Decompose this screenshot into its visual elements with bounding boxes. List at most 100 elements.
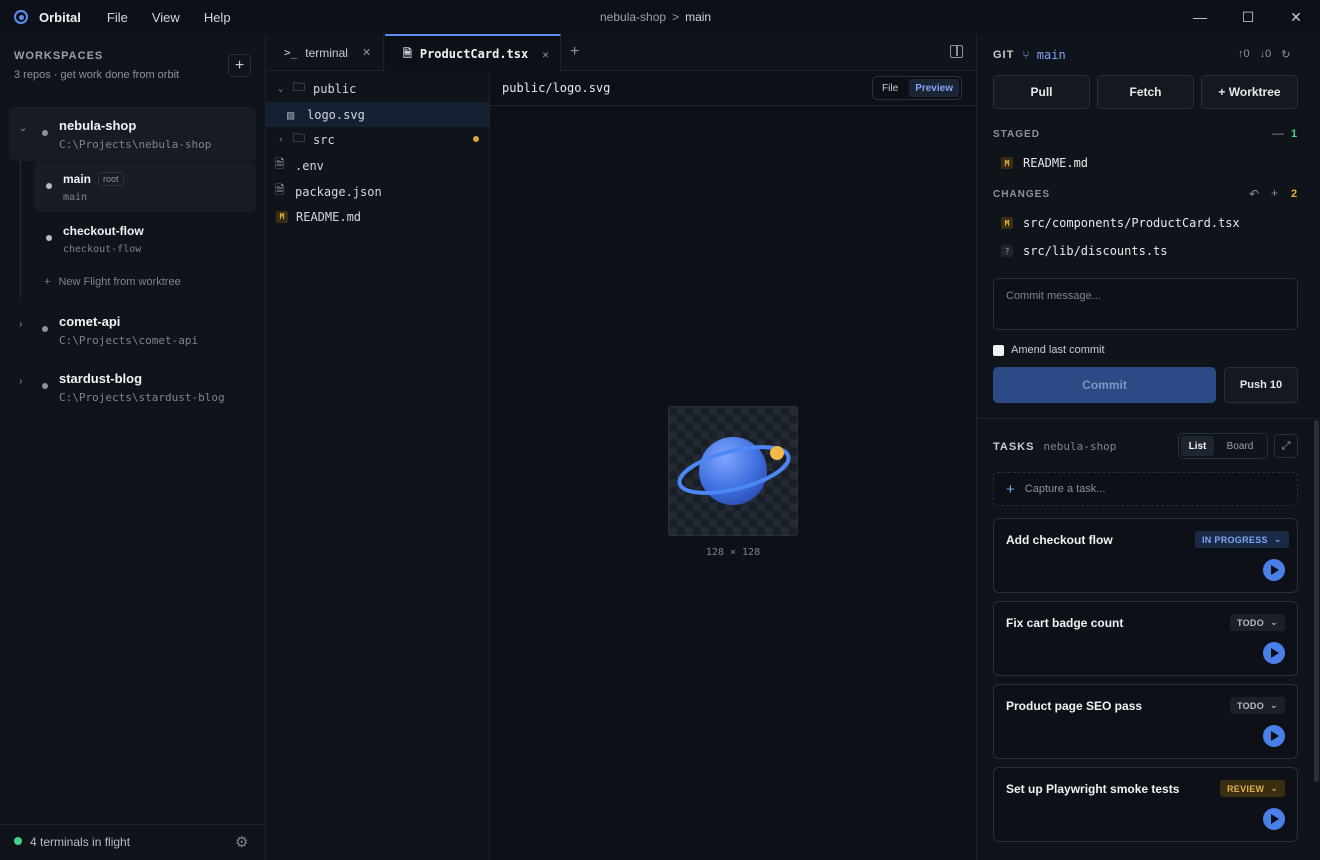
task-card[interactable]: Product page SEO pass TODO ⌄: [993, 684, 1298, 759]
tree-item-label: src: [313, 132, 335, 147]
repo-nebula-shop[interactable]: ⌄ nebula-shop C:\Projects\nebula-shop: [9, 107, 256, 161]
task-status-dropdown[interactable]: TODO ⌄: [1230, 614, 1285, 631]
close-icon[interactable]: ✕: [1272, 0, 1320, 34]
terminals-status: 4 terminals in flight: [30, 835, 131, 849]
orbital-logo-icon: [14, 10, 28, 24]
tree-file-env[interactable]: 🗎 .env: [266, 153, 489, 178]
preview-file-path: public/logo.svg: [502, 81, 611, 95]
push-button[interactable]: Push 10: [1224, 367, 1298, 403]
file-tree: ⌄ 🗀 public ▨ logo.svg › 🗀 src 🗎 .env 🗎 p…: [266, 71, 490, 860]
push-arrows-icon[interactable]: ↑0: [1238, 48, 1250, 61]
gear-icon[interactable]: ⚙: [235, 833, 248, 851]
pull-arrows-icon[interactable]: ↓0: [1260, 48, 1272, 61]
repo-stardust-blog[interactable]: › stardust-blog C:\Projects\stardust-blo…: [9, 360, 256, 414]
workspaces-subtitle: 3 repos · get work done from orbit: [14, 69, 180, 81]
unstage-all-icon[interactable]: —: [1272, 126, 1284, 140]
terminal-icon: >_: [284, 46, 298, 59]
fetch-button[interactable]: Fetch: [1097, 75, 1194, 109]
staged-file[interactable]: M README.md: [1001, 156, 1088, 170]
task-status-dropdown[interactable]: IN PROGRESS ⌄: [1195, 531, 1289, 548]
capture-task-input[interactable]: + Capture a task...: [993, 472, 1298, 506]
plus-icon: +: [44, 276, 51, 288]
menu-help[interactable]: Help: [204, 10, 231, 25]
workspaces-sidebar: WORKSPACES 3 repos · get work done from …: [0, 34, 266, 860]
chevron-down-icon: ⌄: [1270, 700, 1278, 710]
amend-option[interactable]: Amend last commit: [993, 344, 1105, 356]
editor-tab-bar: >_ terminal ✕ 🗎 ProductCard.tsx ✕ +: [266, 34, 976, 72]
git-branch[interactable]: ⑂ main: [1022, 48, 1065, 62]
close-tab-icon[interactable]: ✕: [542, 48, 549, 61]
tasks-scrollbar[interactable]: [1314, 420, 1319, 782]
tasks-header: TASKS nebula-shop: [993, 440, 1116, 453]
worktree-checkout-flow[interactable]: checkout-flow checkout-flow: [34, 214, 256, 264]
pull-button[interactable]: Pull: [993, 75, 1090, 109]
repo-comet-api[interactable]: › comet-api C:\Projects\comet-api: [9, 303, 256, 357]
worktree-branch: checkout-flow: [63, 244, 142, 255]
board-view-button[interactable]: Board: [1216, 434, 1264, 458]
stage-all-icon[interactable]: +: [1271, 186, 1278, 200]
git-header: GIT ⑂ main: [993, 48, 1066, 62]
amend-checkbox[interactable]: [993, 344, 1004, 356]
tab-terminal[interactable]: >_ terminal ✕: [266, 34, 384, 71]
list-view-button[interactable]: List: [1181, 436, 1214, 456]
file-mode-button[interactable]: File: [873, 77, 907, 99]
chevron-down-icon: ⌄: [1273, 534, 1282, 544]
workspaces-title: WORKSPACES: [14, 50, 104, 62]
close-tab-icon[interactable]: ✕: [362, 46, 371, 59]
task-status-label: TODO: [1237, 617, 1265, 628]
tab-productcard[interactable]: 🗎 ProductCard.tsx ✕: [385, 34, 561, 72]
tree-folder-public[interactable]: ⌄ 🗀 public: [266, 76, 489, 101]
tree-file-readme[interactable]: M README.md: [266, 204, 489, 229]
plus-icon: +: [1006, 480, 1015, 498]
task-status-label: TODO: [1237, 700, 1265, 711]
commit-button[interactable]: Commit: [993, 367, 1216, 403]
tree-file-logo-svg[interactable]: ▨ logo.svg: [266, 102, 489, 127]
git-title: GIT: [993, 49, 1015, 61]
split-view-icon[interactable]: [950, 45, 963, 58]
play-icon[interactable]: [1263, 725, 1285, 747]
menu-file[interactable]: File: [107, 10, 128, 25]
play-icon[interactable]: [1263, 642, 1285, 664]
refresh-icon[interactable]: ↻: [1281, 48, 1290, 61]
view-mode-toggle: File Preview: [872, 76, 962, 100]
modified-badge: M: [276, 210, 288, 223]
tree-file-package-json[interactable]: 🗎 package.json: [266, 179, 489, 204]
menu-view[interactable]: View: [152, 10, 180, 25]
chevron-right-icon[interactable]: ›: [19, 319, 22, 330]
task-card[interactable]: Add checkout flow IN PROGRESS ⌄: [993, 518, 1298, 593]
play-icon[interactable]: [1263, 808, 1285, 830]
chevron-down-icon[interactable]: ⌄: [19, 123, 27, 134]
new-flight-button[interactable]: + New Flight from worktree: [44, 276, 181, 288]
chevron-right-icon[interactable]: ›: [19, 376, 22, 387]
maximize-icon[interactable]: ☐: [1224, 0, 1272, 34]
preview-mode-button[interactable]: Preview: [909, 79, 959, 97]
tree-folder-src[interactable]: › 🗀 src: [266, 127, 489, 152]
changes-label: CHANGES: [993, 189, 1051, 200]
commit-message-input[interactable]: [994, 279, 1297, 313]
changed-file[interactable]: ? src/lib/discounts.ts: [1001, 244, 1168, 258]
changes-count: 2: [1291, 188, 1298, 200]
discard-all-icon[interactable]: ↶: [1249, 187, 1259, 201]
worktree-main[interactable]: main root main: [34, 162, 256, 212]
sidebar-footer: 4 terminals in flight ⚙: [0, 824, 265, 860]
task-card[interactable]: Set up Playwright smoke tests REVIEW ⌄: [993, 767, 1298, 842]
expand-icon[interactable]: ⤢: [1274, 434, 1298, 458]
new-tab-icon[interactable]: +: [570, 43, 579, 61]
changed-file[interactable]: M src/components/ProductCard.tsx: [1001, 216, 1240, 230]
add-workspace-button[interactable]: +: [228, 54, 251, 77]
task-title: Product page SEO pass: [1006, 699, 1143, 713]
title-bar: Orbital File View Help nebula-shop > mai…: [0, 0, 1320, 34]
play-icon[interactable]: [1263, 559, 1285, 581]
task-status-dropdown[interactable]: REVIEW ⌄: [1220, 780, 1286, 797]
staged-count: 1: [1291, 128, 1298, 140]
task-card[interactable]: Fix cart badge count TODO ⌄: [993, 601, 1298, 676]
folder-icon: 🗀: [293, 80, 306, 94]
task-status-dropdown[interactable]: TODO ⌄: [1230, 697, 1285, 714]
minimize-icon[interactable]: —: [1176, 0, 1224, 34]
menu-bar: File View Help: [107, 10, 231, 25]
worktree-button[interactable]: + Worktree: [1201, 75, 1298, 109]
worktree-name: checkout-flow: [63, 224, 144, 238]
repo-status-dot: [42, 130, 48, 136]
folder-icon: 🗀: [293, 131, 306, 145]
file-name: src/lib/discounts.ts: [1023, 244, 1168, 258]
